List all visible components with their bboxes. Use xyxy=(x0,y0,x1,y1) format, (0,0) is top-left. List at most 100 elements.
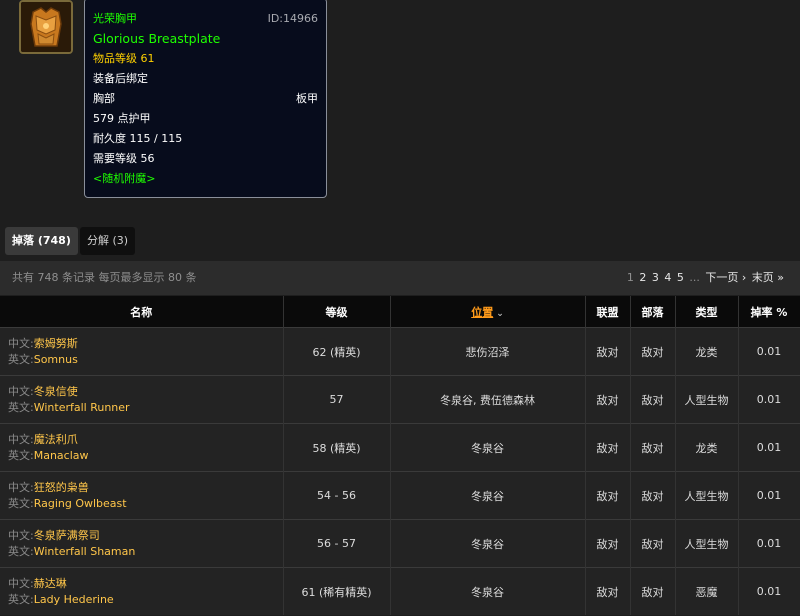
cell-location: 冬泉谷, 费伍德森林 xyxy=(390,375,586,424)
npc-name-cn-link[interactable]: 狂怒的枭兽 xyxy=(34,481,89,494)
records-info-bar: 共有 748 条记录 每页最多显示 80 条 1 2 3 4 5 ... 下一页… xyxy=(0,261,800,295)
en-prefix: 英文: xyxy=(8,400,34,414)
npc-name-en-link[interactable]: Lady Hederine xyxy=(34,593,114,606)
cell-name: 中文:索姆努斯 英文:Somnus xyxy=(0,327,284,376)
item-tooltip: 光荣胸甲 ID:14966 Glorious Breastplate 物品等级 … xyxy=(84,0,327,198)
cell-name: 中文:魔法利爪 英文:Manaclaw xyxy=(0,423,284,472)
item-slot: 胸部 xyxy=(93,92,115,105)
col-header-name[interactable]: 名称 xyxy=(0,296,284,328)
npc-name-cn-link[interactable]: 魔法利爪 xyxy=(34,433,78,446)
page-5-link[interactable]: 5 xyxy=(677,271,684,284)
npc-name-cn-link[interactable]: 冬泉信使 xyxy=(34,385,78,398)
page-2-link[interactable]: 2 xyxy=(639,271,646,284)
en-prefix: 英文: xyxy=(8,592,34,606)
table-row[interactable]: 中文:狂怒的枭兽 英文:Raging Owlbeast 54 - 56 冬泉谷 敌对 敌对… xyxy=(0,471,800,520)
item-name-en: Glorious Breastplate xyxy=(93,31,221,46)
item-armor: 579 点护甲 xyxy=(93,112,151,125)
cell-type: 龙类 xyxy=(675,423,739,472)
cell-alliance: 敌对 xyxy=(585,519,631,568)
page-ellipsis: ... xyxy=(689,271,700,284)
cell-horde: 敌对 xyxy=(630,567,676,615)
item-id: ID:14966 xyxy=(267,12,318,25)
cell-level: 56 - 57 xyxy=(283,519,391,568)
next-page-link[interactable]: 下一页 › xyxy=(705,271,746,284)
pagination: 1 2 3 4 5 ... 下一页 › 末页 » xyxy=(625,261,784,295)
tab-drops[interactable]: 掉落 (748) xyxy=(5,227,78,255)
cell-location: 冬泉谷 xyxy=(390,423,586,472)
cell-type: 人型生物 xyxy=(675,471,739,520)
col-header-horde[interactable]: 部落 xyxy=(630,296,676,328)
item-required-level: 需要等级 56 xyxy=(93,152,155,165)
cell-rate: 0.01 xyxy=(738,519,800,568)
table-row[interactable]: 中文:魔法利爪 英文:Manaclaw 58 (精英) 冬泉谷 敌对 敌对 龙类 0.01 xyxy=(0,423,800,472)
cell-rate: 0.01 xyxy=(738,471,800,520)
cell-rate: 0.01 xyxy=(738,327,800,376)
tooltip-durability-row: 耐久度 115 / 115 xyxy=(93,129,318,149)
npc-name-cn-link[interactable]: 赫达琳 xyxy=(34,577,67,590)
npc-name-en-link[interactable]: Somnus xyxy=(34,353,78,366)
cell-alliance: 敌对 xyxy=(585,375,631,424)
en-prefix: 英文: xyxy=(8,448,34,462)
tooltip-required-level-row: 需要等级 56 xyxy=(93,149,318,169)
cell-location: 冬泉谷 xyxy=(390,471,586,520)
cell-horde: 敌对 xyxy=(630,375,676,424)
last-page-link[interactable]: 末页 » xyxy=(752,271,784,284)
tab-disenchant[interactable]: 分解 (3) xyxy=(80,227,136,255)
col-header-location[interactable]: 位置 ⌄ xyxy=(390,296,586,328)
cell-horde: 敌对 xyxy=(630,327,676,376)
tooltip-name-en-row: Glorious Breastplate xyxy=(93,29,318,49)
tooltip-bind-row: 装备后绑定 xyxy=(93,69,318,89)
page-1: 1 xyxy=(626,271,634,284)
col-header-level[interactable]: 等级 xyxy=(283,296,391,328)
cell-level: 54 - 56 xyxy=(283,471,391,520)
cell-type: 人型生物 xyxy=(675,519,739,568)
item-bind: 装备后绑定 xyxy=(93,72,148,85)
cell-alliance: 敌对 xyxy=(585,567,631,615)
cell-level: 61 (稀有精英) xyxy=(283,567,391,615)
cell-location: 冬泉谷 xyxy=(390,567,586,615)
cell-alliance: 敌对 xyxy=(585,423,631,472)
table-row[interactable]: 中文:赫达琳 英文:Lady Hederine 61 (稀有精英) 冬泉谷 敌对 敌对 恶魔… xyxy=(0,567,800,615)
cn-prefix: 中文: xyxy=(8,384,34,398)
item-durability: 耐久度 115 / 115 xyxy=(93,132,183,145)
item-random-enchant: <随机附魔> xyxy=(93,172,156,185)
cell-horde: 敌对 xyxy=(630,423,676,472)
en-prefix: 英文: xyxy=(8,352,34,366)
cell-alliance: 敌对 xyxy=(585,471,631,520)
en-prefix: 英文: xyxy=(8,496,34,510)
breastplate-icon[interactable] xyxy=(19,0,73,54)
cell-level: 58 (精英) xyxy=(283,423,391,472)
cell-alliance: 敌对 xyxy=(585,327,631,376)
col-header-type[interactable]: 类型 xyxy=(675,296,739,328)
tooltip-armor-row: 579 点护甲 xyxy=(93,109,318,129)
table-row[interactable]: 中文:索姆努斯 英文:Somnus 62 (精英) 悲伤沼泽 敌对 敌对 龙类 0.01 xyxy=(0,327,800,376)
page-3-link[interactable]: 3 xyxy=(652,271,659,284)
item-level: 物品等级 61 xyxy=(93,52,155,65)
npc-name-cn-link[interactable]: 冬泉萨满祭司 xyxy=(34,529,100,542)
col-header-rate[interactable]: 掉率 % xyxy=(738,296,800,328)
tooltip-slot-row: 胸部 板甲 xyxy=(93,89,318,109)
col-header-location-label[interactable]: 位置 xyxy=(471,306,493,319)
page-4-link[interactable]: 4 xyxy=(664,271,671,284)
item-armor-type: 板甲 xyxy=(296,92,318,105)
drops-table: 名称 等级 位置 ⌄ 联盟 部落 类型 掉率 % 中文:索姆努斯 英文:Somnus… xyxy=(0,296,800,615)
npc-name-en-link[interactable]: Winterfall Shaman xyxy=(34,545,136,558)
npc-name-en-link[interactable]: Winterfall Runner xyxy=(34,401,130,414)
tooltip-level-row: 物品等级 61 xyxy=(93,49,318,69)
table-row[interactable]: 中文:冬泉信使 英文:Winterfall Runner 57 冬泉谷, 费伍德森林敌… xyxy=(0,375,800,424)
npc-name-en-link[interactable]: Manaclaw xyxy=(34,449,89,462)
table-row[interactable]: 中文:冬泉萨满祭司 英文:Winterfall Shaman 56 - 57 冬泉谷敌… xyxy=(0,519,800,568)
npc-name-cn-link[interactable]: 索姆努斯 xyxy=(34,337,78,350)
cn-prefix: 中文: xyxy=(8,576,34,590)
cell-rate: 0.01 xyxy=(738,567,800,615)
cell-name: 中文:赫达琳 英文:Lady Hederine xyxy=(0,567,284,615)
tooltip-enchant-row: <随机附魔> xyxy=(93,169,318,189)
cell-horde: 敌对 xyxy=(630,519,676,568)
cell-name: 中文:冬泉信使 英文:Winterfall Runner xyxy=(0,375,284,424)
npc-name-en-link[interactable]: Raging Owlbeast xyxy=(34,497,127,510)
cell-location: 冬泉谷 xyxy=(390,519,586,568)
cell-horde: 敌对 xyxy=(630,471,676,520)
cell-name: 中文:冬泉萨满祭司 英文:Winterfall Shaman xyxy=(0,519,284,568)
col-header-alliance[interactable]: 联盟 xyxy=(585,296,631,328)
chevron-down-icon: ⌄ xyxy=(496,308,504,319)
